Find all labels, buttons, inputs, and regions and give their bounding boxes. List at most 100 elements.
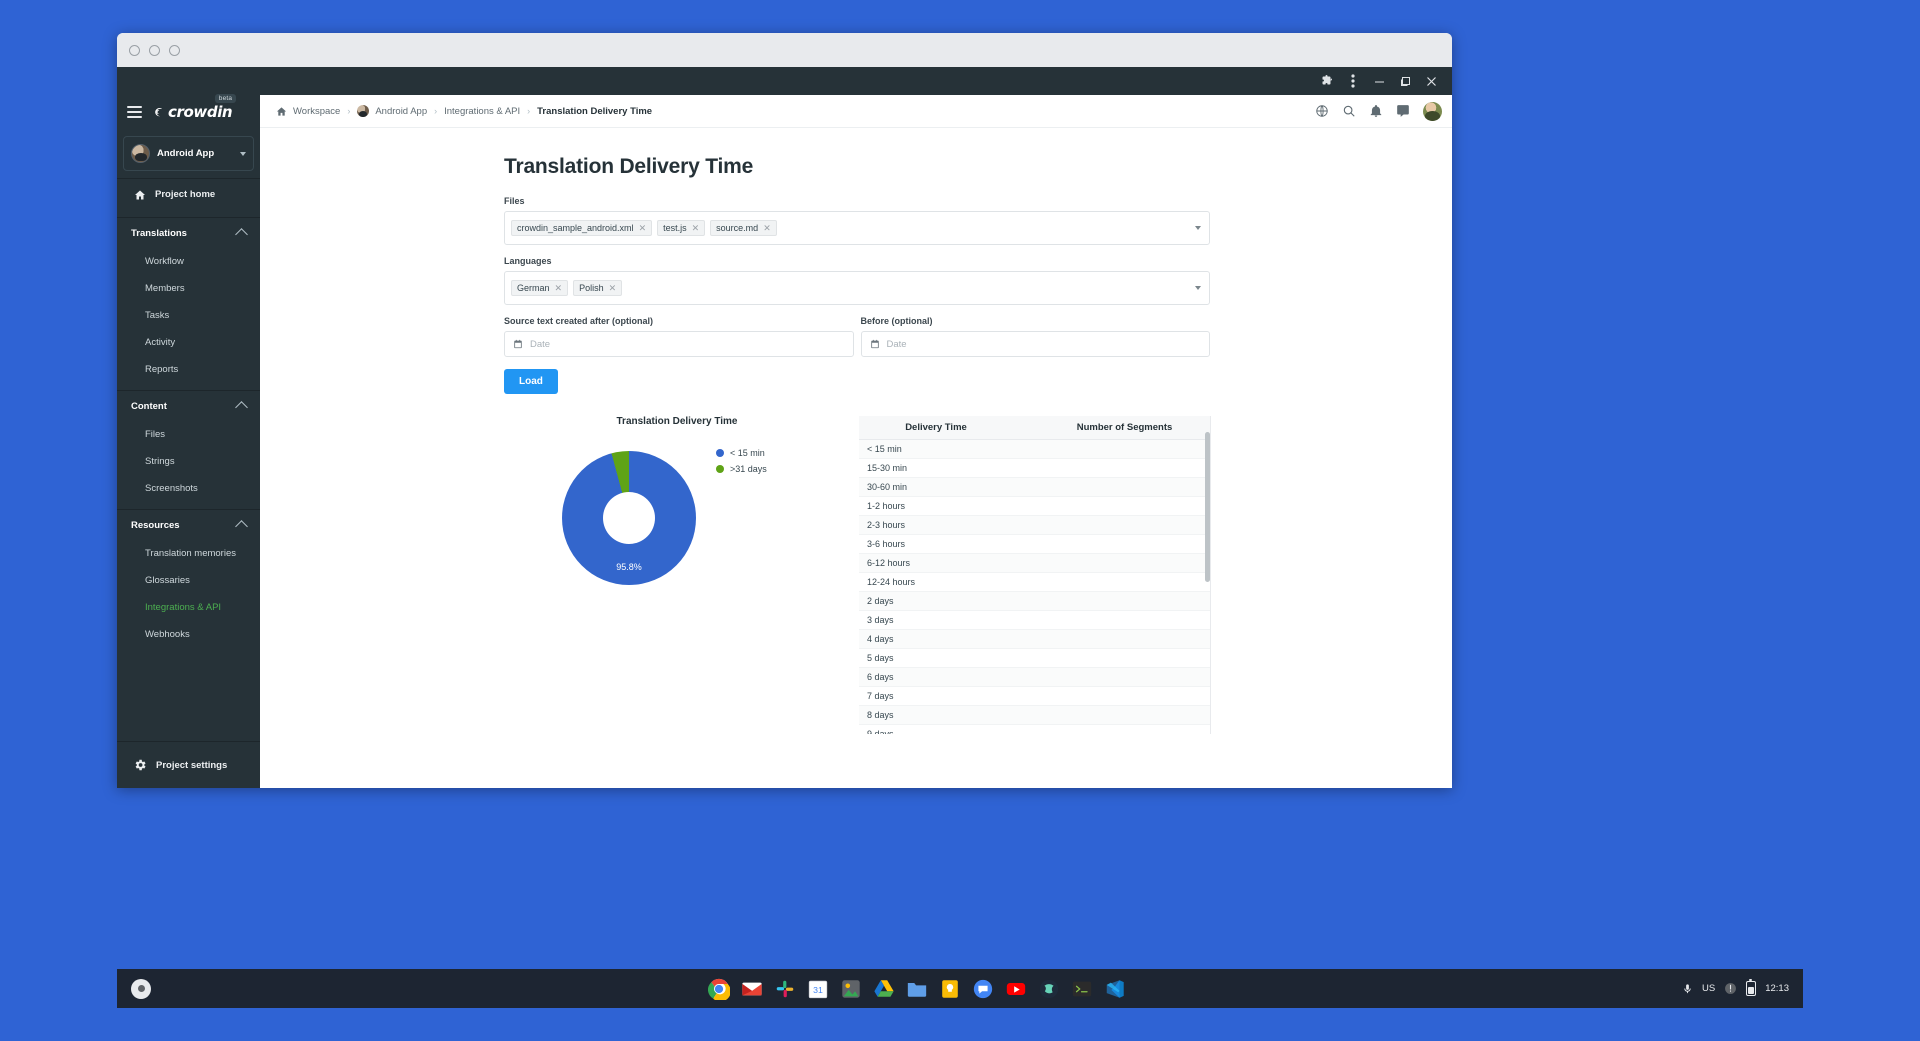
sidebar-item-project-settings[interactable]: Project settings — [117, 741, 260, 788]
hamburger-menu-icon[interactable] — [127, 106, 142, 118]
sidebar-section-content[interactable]: Content — [117, 391, 260, 421]
legend-item[interactable]: < 15 min — [716, 448, 767, 458]
files-icon[interactable] — [906, 978, 928, 1000]
breadcrumb-item-integrations-api[interactable]: Integrations & API — [444, 106, 520, 117]
remove-tag-icon[interactable]: ✕ — [609, 283, 617, 293]
breadcrumb-separator: › — [527, 106, 531, 116]
table-row: 5 days0 — [859, 648, 1210, 668]
table-scrollbar[interactable] — [1205, 432, 1210, 582]
files-select[interactable]: crowdin_sample_android.xml ✕ test.js ✕ s… — [504, 211, 1210, 245]
user-avatar[interactable] — [1423, 101, 1442, 121]
bell-icon[interactable] — [1369, 104, 1383, 118]
language-tag-label: Polish — [579, 283, 604, 293]
legend-item[interactable]: >31 days — [716, 464, 767, 474]
network-icon[interactable] — [1724, 982, 1737, 995]
sidebar-item-workflow[interactable]: Workflow — [117, 248, 260, 275]
file-tag-label: test.js — [663, 223, 687, 233]
project-switcher[interactable]: Android App — [123, 136, 254, 171]
languages-select[interactable]: German ✕ Polish ✕ — [504, 271, 1210, 305]
mic-icon[interactable] — [1682, 982, 1693, 996]
beta-badge: beta — [214, 94, 237, 103]
cell-number-of-segments: 0 — [1013, 724, 1210, 734]
sidebar-item-activity[interactable]: Activity — [117, 329, 260, 356]
delivery-time-chart: Translation Delivery Time < 15 min >31 d… — [504, 416, 858, 734]
window-dot-2 — [149, 44, 160, 56]
system-tray[interactable]: US 12:13 — [1682, 979, 1789, 996]
drive-icon[interactable] — [873, 978, 895, 1000]
donut-hole — [603, 492, 655, 544]
breadcrumb-item-current: Translation Delivery Time — [537, 106, 652, 117]
table-row: 8 days0 — [859, 705, 1210, 725]
sidebar-item-strings[interactable]: Strings — [117, 448, 260, 475]
cell-delivery-time: 12-24 hours — [859, 572, 1013, 592]
close-button[interactable] — [1418, 68, 1444, 94]
table-row: 1-2 hours0 — [859, 496, 1210, 516]
terminal-icon[interactable] — [1071, 978, 1093, 1000]
sidebar-section-resources[interactable]: Resources — [117, 510, 260, 540]
crowdin-logo[interactable]: crowdin beta — [151, 94, 237, 121]
search-icon[interactable] — [1342, 104, 1356, 118]
sidebar-item-screenshots[interactable]: Screenshots — [117, 475, 260, 502]
youtube-icon[interactable] — [1005, 978, 1027, 1000]
photos-icon[interactable] — [840, 978, 862, 1000]
chrome-icon[interactable] — [707, 978, 730, 1000]
remove-tag-icon[interactable]: ✕ — [639, 223, 647, 233]
sidebar-item-files[interactable]: Files — [117, 421, 260, 448]
sidebar-section-translations[interactable]: Translations — [117, 218, 260, 248]
battery-icon[interactable] — [1746, 979, 1757, 996]
cell-delivery-time: 30-60 min — [859, 477, 1013, 497]
column-header-number-of-segments[interactable]: Number of Segments — [1013, 416, 1210, 440]
sidebar-item-translation-memories[interactable]: Translation memories — [117, 540, 260, 567]
date-before-field[interactable]: Date — [860, 331, 1210, 357]
sidebar-item-members[interactable]: Members — [117, 275, 260, 302]
globe-icon[interactable] — [1315, 104, 1329, 118]
launcher-button[interactable] — [131, 978, 151, 999]
sidebar-item-reports[interactable]: Reports — [117, 356, 260, 383]
minimize-button[interactable] — [1366, 68, 1392, 94]
slack-icon[interactable] — [774, 978, 796, 1000]
breadcrumb-item-android-app[interactable]: Android App — [357, 105, 427, 117]
browser-menu-icon[interactable] — [1340, 68, 1366, 94]
cell-number-of-segments: 0 — [1013, 591, 1210, 611]
table-head: Delivery Time Number of Segments — [859, 416, 1210, 440]
sidebar-item-label: Integrations & API — [145, 602, 222, 613]
clock[interactable]: 12:13 — [1765, 983, 1789, 994]
chevron-up-icon — [235, 401, 248, 414]
sidebar-item-glossaries[interactable]: Glossaries — [117, 567, 260, 594]
cell-delivery-time: 15-30 min — [859, 458, 1013, 478]
cell-delivery-time: 2 days — [859, 591, 1013, 611]
sidebar-item-tasks[interactable]: Tasks — [117, 302, 260, 329]
breadcrumb-separator: › — [347, 106, 351, 116]
breadcrumb-item-workspace[interactable]: Workspace — [276, 106, 340, 117]
gmail-icon[interactable] — [741, 978, 763, 1000]
svg-text:31: 31 — [813, 985, 823, 995]
cell-delivery-time: 3 days — [859, 610, 1013, 630]
date-before-group: Before (optional) Date — [860, 316, 1210, 357]
gitkraken-icon[interactable] — [1038, 978, 1060, 1000]
sidebar-item-label: Activity — [145, 337, 176, 348]
extensions-icon[interactable] — [1314, 68, 1340, 94]
calendar-icon[interactable]: 31 — [807, 978, 829, 1000]
keyboard-layout[interactable]: US — [1702, 983, 1715, 994]
date-after-field[interactable]: Date — [504, 331, 854, 357]
sidebar-item-webhooks[interactable]: Webhooks — [117, 621, 260, 648]
sidebar-item-project-home[interactable]: Project home — [117, 179, 260, 210]
remove-tag-icon[interactable]: ✕ — [692, 223, 700, 233]
browser-window: crowdin beta Android App Project home Tr… — [117, 33, 1452, 788]
maximize-button[interactable] — [1392, 68, 1418, 94]
table-row: 15-30 min0 — [859, 458, 1210, 478]
date-before-placeholder: Date — [886, 338, 907, 350]
vscode-icon[interactable] — [1104, 978, 1126, 1000]
load-button[interactable]: Load — [504, 369, 558, 394]
chat-icon[interactable] — [1396, 104, 1410, 118]
sidebar-item-integrations-api[interactable]: Integrations & API — [117, 594, 260, 621]
sidebar-header: crowdin beta — [117, 94, 260, 129]
home-icon — [276, 106, 287, 116]
date-after-label: Source text created after (optional) — [504, 316, 654, 326]
column-header-delivery-time[interactable]: Delivery Time — [859, 416, 1013, 440]
remove-tag-icon[interactable]: ✕ — [763, 223, 771, 233]
messages-icon[interactable] — [972, 978, 994, 1000]
cell-number-of-segments: 0 — [1013, 534, 1210, 554]
keep-icon[interactable] — [939, 978, 961, 1000]
remove-tag-icon[interactable]: ✕ — [555, 283, 563, 293]
